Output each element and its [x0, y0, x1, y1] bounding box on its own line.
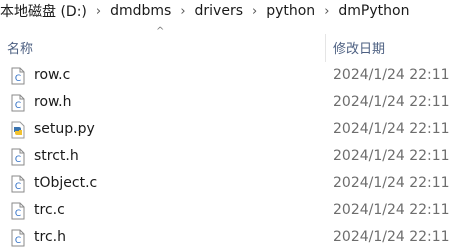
svg-text:C: C	[15, 74, 21, 84]
breadcrumb-item-drive[interactable]: 本地磁盘 (D:)	[0, 1, 87, 21]
file-date-modified: 2024/1/24 22:11	[333, 94, 450, 110]
breadcrumb: 本地磁盘 (D:) › dmdbms › drivers › python › …	[0, 0, 474, 22]
svg-text:C: C	[15, 209, 21, 219]
c-source-file-icon: C	[11, 67, 25, 85]
column-header-name[interactable]: 名称	[7, 38, 33, 58]
python-file-icon	[11, 121, 25, 139]
c-header-file-icon: C	[11, 148, 25, 166]
file-date-modified: 2024/1/24 22:11	[333, 175, 450, 191]
file-row[interactable]: Ctrc.c 2024/1/24 22:11	[0, 198, 474, 225]
breadcrumb-separator-icon[interactable]: ›	[180, 4, 185, 19]
c-source-file-icon: C	[11, 202, 25, 220]
svg-text:C: C	[15, 182, 21, 192]
file-row[interactable]: Ctrc.h 2024/1/24 22:11	[0, 225, 474, 252]
file-name: setup.py	[34, 121, 95, 137]
breadcrumb-item-python[interactable]: python	[266, 3, 315, 19]
file-name: row.h	[34, 94, 72, 110]
file-row[interactable]: Cstrct.h 2024/1/24 22:11	[0, 144, 474, 171]
file-date-modified: 2024/1/24 22:11	[333, 148, 450, 164]
svg-text:C: C	[15, 155, 21, 165]
breadcrumb-item-dmpython[interactable]: dmPython	[338, 3, 409, 19]
file-row[interactable]: setup.py 2024/1/24 22:11	[0, 117, 474, 144]
file-date-modified: 2024/1/24 22:11	[333, 67, 450, 83]
file-name: trc.c	[34, 202, 65, 218]
file-name: tObject.c	[34, 175, 98, 191]
svg-text:C: C	[15, 101, 21, 111]
breadcrumb-separator-icon[interactable]: ›	[324, 4, 329, 19]
breadcrumb-item-dmdbms[interactable]: dmdbms	[110, 3, 171, 19]
breadcrumb-item-drivers[interactable]: drivers	[195, 3, 243, 19]
c-header-file-icon: C	[11, 94, 25, 112]
file-name: trc.h	[34, 229, 66, 245]
svg-text:C: C	[15, 236, 21, 246]
file-row[interactable]: CtObject.c 2024/1/24 22:11	[0, 171, 474, 198]
file-row[interactable]: Crow.c 2024/1/24 22:11	[0, 63, 474, 90]
c-source-file-icon: C	[11, 175, 25, 193]
breadcrumb-separator-icon[interactable]: ›	[252, 4, 257, 19]
column-divider[interactable]	[325, 34, 326, 62]
sort-ascending-icon: ^	[156, 26, 165, 37]
file-date-modified: 2024/1/24 22:11	[333, 202, 450, 218]
column-header-date-modified[interactable]: 修改日期	[333, 38, 385, 58]
file-date-modified: 2024/1/24 22:11	[333, 121, 450, 137]
file-date-modified: 2024/1/24 22:11	[333, 229, 450, 245]
file-name: row.c	[34, 67, 71, 83]
breadcrumb-separator-icon[interactable]: ›	[96, 4, 101, 19]
file-name: strct.h	[34, 148, 79, 164]
file-row[interactable]: Crow.h 2024/1/24 22:11	[0, 90, 474, 117]
c-header-file-icon: C	[11, 229, 25, 247]
